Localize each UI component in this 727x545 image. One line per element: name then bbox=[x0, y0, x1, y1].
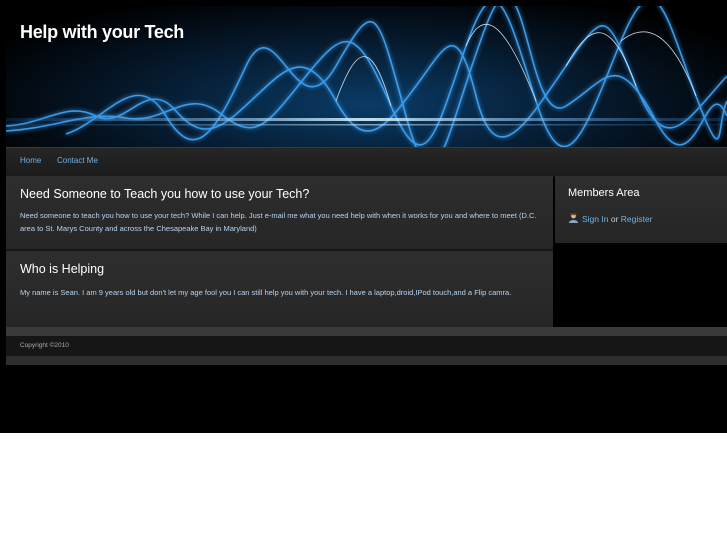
section-heading: Who is Helping bbox=[20, 262, 105, 276]
nav-bar: Home Contact Me bbox=[6, 147, 727, 177]
user-icon bbox=[569, 213, 578, 223]
header-banner: Help with your Tech bbox=[6, 6, 727, 147]
main-content: Need Someone to Teach you how to use you… bbox=[6, 176, 553, 327]
site-title: Help with your Tech bbox=[20, 22, 184, 42]
nav-home-link[interactable]: Home bbox=[20, 156, 41, 165]
sign-in-link[interactable]: Sign In bbox=[582, 214, 608, 224]
section-who: Who is Helping My name is Sean. I am 9 y… bbox=[6, 251, 553, 327]
members-area-title: Members Area bbox=[568, 187, 640, 199]
section-body: Need someone to teach you how to use you… bbox=[20, 211, 537, 233]
footer-bottom-strip bbox=[6, 356, 727, 365]
section-teach: Need Someone to Teach you how to use you… bbox=[6, 176, 553, 249]
section-body: My name is Sean. I am 9 years old but do… bbox=[20, 288, 512, 297]
copyright-text: Copyright ©2010 bbox=[20, 342, 69, 349]
footer: Copyright ©2010 bbox=[6, 336, 727, 356]
page: Help with your Tech Home Contact Me Need… bbox=[0, 0, 727, 433]
register-link[interactable]: Register bbox=[621, 214, 653, 224]
members-area-panel: Members Area Sign In or Register bbox=[555, 176, 727, 243]
or-text: or bbox=[610, 214, 619, 224]
member-links: Sign In or Register bbox=[568, 213, 652, 224]
section-heading: Need Someone to Teach you how to use you… bbox=[20, 187, 310, 201]
nav-contact-link[interactable]: Contact Me bbox=[57, 156, 98, 165]
footer-top-strip bbox=[6, 327, 727, 336]
